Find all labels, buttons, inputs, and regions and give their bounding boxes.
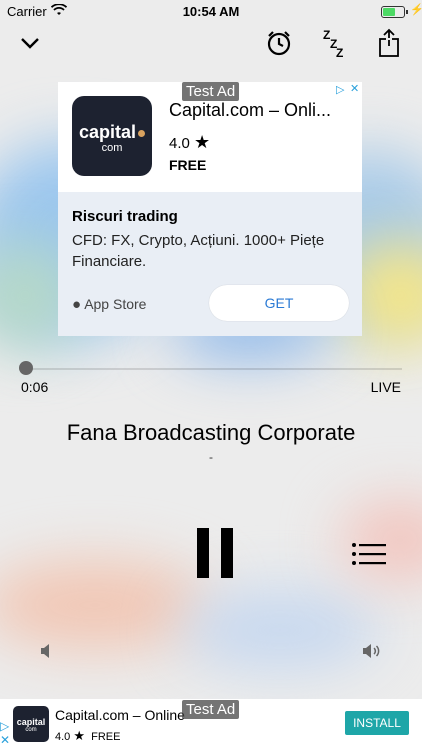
track-subtitle: - bbox=[209, 450, 213, 464]
banner-ad-rating: 4.0 ★ FREE bbox=[55, 728, 120, 744]
banner-rating-value: 4.0 bbox=[55, 731, 71, 743]
playlist-icon[interactable] bbox=[352, 543, 386, 565]
share-icon[interactable] bbox=[378, 28, 400, 63]
store-name: App Store bbox=[84, 296, 147, 312]
volume-high-icon[interactable] bbox=[362, 643, 382, 664]
banner-test-ad-label: Test Ad bbox=[182, 700, 240, 719]
pause-button[interactable] bbox=[197, 528, 233, 578]
sleep-timer-icon[interactable]: ZZZ bbox=[323, 28, 347, 63]
star-icon: ★ bbox=[73, 728, 86, 743]
progress-handle[interactable] bbox=[19, 361, 33, 375]
adchoices-icon[interactable]: ▷ ✕ bbox=[0, 719, 10, 747]
clock-time: 10:54 AM bbox=[182, 4, 240, 19]
charging-icon: ⚡ bbox=[410, 4, 422, 16]
ad-rating-value: 4.0 bbox=[169, 135, 190, 152]
alarm-clock-icon[interactable] bbox=[266, 30, 292, 61]
star-icon: ★ bbox=[194, 132, 211, 152]
battery-icon bbox=[381, 6, 408, 18]
banner-logo-text: capital bbox=[16, 717, 46, 727]
ad-rating: 4.0 ★ bbox=[169, 132, 210, 153]
elapsed-time: 0:06 bbox=[21, 379, 49, 395]
logo-text: capital bbox=[78, 122, 137, 142]
adchoices-icon[interactable]: ▷ ✕ bbox=[334, 82, 362, 96]
banner-price: FREE bbox=[91, 731, 121, 743]
volume-low-icon[interactable] bbox=[40, 643, 54, 664]
native-ad[interactable]: capital com Capital.com – Onli... 4.0 ★ … bbox=[58, 82, 362, 336]
progress-track[interactable] bbox=[26, 368, 402, 370]
banner-logo-subtext: com bbox=[25, 727, 37, 733]
ad-body-text: CFD: FX, Crypto, Acțiuni. 1000+ Piețe Fi… bbox=[72, 232, 325, 270]
banner-advertiser-logo: capital com bbox=[13, 706, 49, 742]
test-ad-label: Test Ad bbox=[182, 82, 240, 101]
pause-icon bbox=[197, 528, 209, 578]
svg-text:Z: Z bbox=[336, 46, 343, 58]
live-label: LIVE bbox=[370, 379, 401, 395]
apple-icon: ● bbox=[72, 296, 82, 313]
station-name: Fana Broadcasting Corporate bbox=[66, 420, 356, 445]
chevron-down-icon[interactable] bbox=[20, 36, 40, 55]
get-button[interactable]: GET bbox=[209, 285, 349, 321]
advertiser-logo: capital com bbox=[72, 96, 152, 176]
logo-subtext: com bbox=[101, 142, 123, 154]
status-bar: Carrier 10:54 AM ⚡ bbox=[0, 0, 422, 22]
ad-headline: Riscuri trading bbox=[72, 208, 178, 225]
install-button[interactable]: INSTALL bbox=[345, 711, 409, 735]
banner-ad-title: Capital.com – Online bbox=[55, 707, 185, 723]
close-icon[interactable]: ✕ bbox=[350, 82, 359, 95]
ad-price: FREE bbox=[169, 157, 207, 173]
app-store-label: ● App Store bbox=[72, 296, 146, 313]
ad-title: Capital.com – Onli... bbox=[169, 100, 332, 120]
pause-icon-bar bbox=[221, 528, 233, 578]
